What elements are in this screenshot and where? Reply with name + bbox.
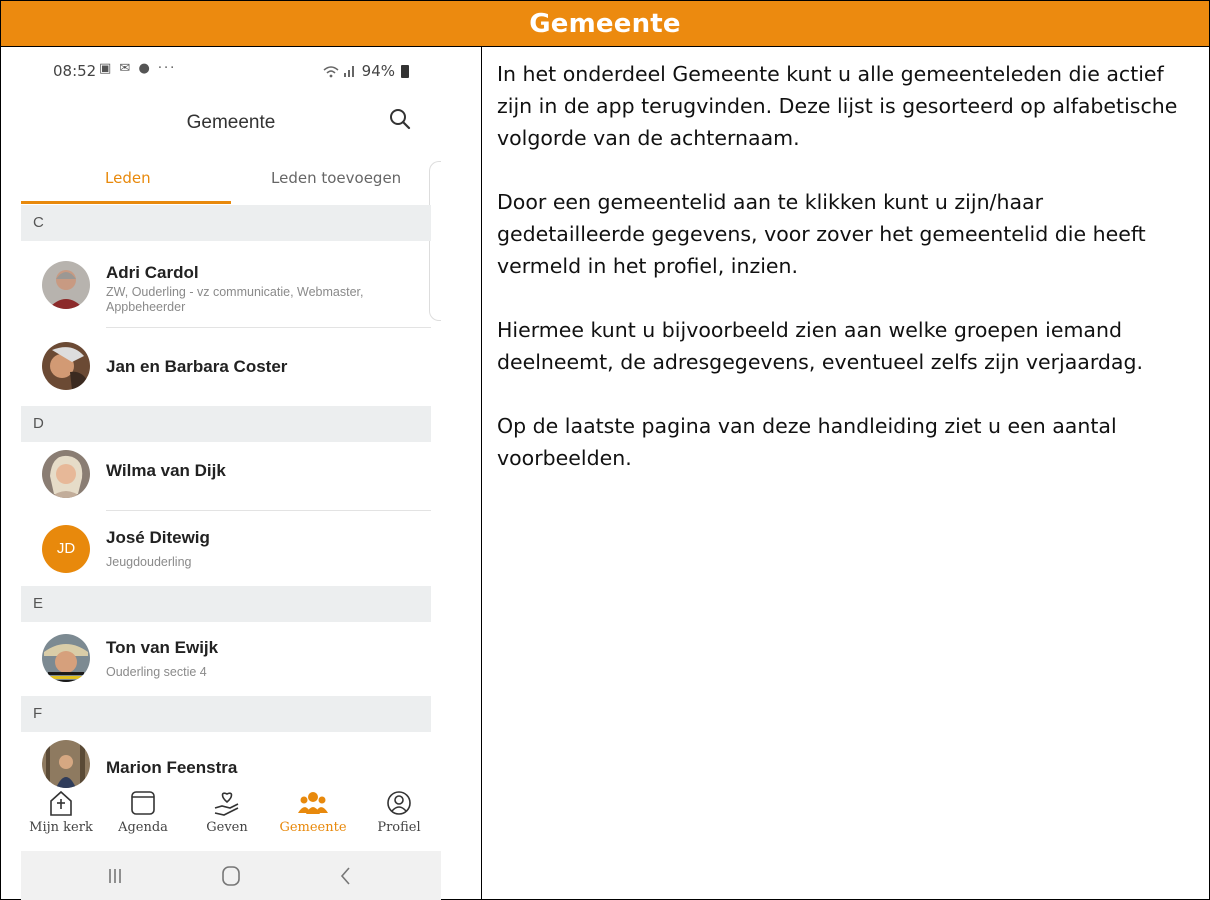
- church-icon: [50, 790, 72, 816]
- bottom-navigation: Mijn kerk Agenda Geven Gemeente Profiel: [21, 788, 441, 850]
- column-divider: [481, 47, 482, 900]
- nav-geven[interactable]: Geven: [187, 788, 267, 835]
- avatar: [42, 342, 90, 390]
- tab-leden-toevoegen[interactable]: Leden toevoegen: [271, 169, 401, 187]
- avatar-initials: JD: [42, 525, 90, 573]
- system-navigation-bar: [21, 851, 441, 900]
- instruction-text: In het onderdeel Gemeente kunt u alle ge…: [497, 58, 1197, 506]
- paragraph: Door een gemeentelid aan te klikken kunt…: [497, 190, 1146, 278]
- paragraph: In het onderdeel Gemeente kunt u alle ge…: [497, 62, 1178, 150]
- search-icon[interactable]: [387, 106, 413, 132]
- member-row[interactable]: Adri Cardol ZW, Ouderling - vz communica…: [21, 241, 431, 321]
- status-right: 94%: [322, 62, 409, 80]
- avatar: [42, 261, 90, 309]
- avatar: [42, 450, 90, 498]
- nav-label: Mijn kerk: [29, 820, 93, 835]
- paragraph: Op de laatste pagina van deze handleidin…: [497, 414, 1117, 470]
- section-header-d: D: [21, 406, 431, 442]
- member-name: Adri Cardol: [106, 263, 199, 282]
- nav-label: Gemeente: [279, 820, 347, 835]
- phone-screenshot: 08:52 ▣ ✉ ● ··· 94% Gemeente Leden Leden…: [21, 48, 441, 900]
- status-time: 08:52: [53, 62, 97, 80]
- status-bar: 08:52 ▣ ✉ ● ··· 94%: [21, 48, 441, 88]
- member-row[interactable]: JD José Ditewig Jeugdouderling: [21, 511, 431, 591]
- nav-mijn-kerk[interactable]: Mijn kerk: [21, 788, 101, 835]
- avatar: [42, 740, 90, 788]
- table-header-title: Gemeente: [529, 8, 681, 39]
- nav-label: Geven: [206, 820, 248, 835]
- nav-profiel[interactable]: Profiel: [359, 788, 439, 835]
- paragraph: Hiermee kunt u bijvoorbeeld zien aan wel…: [497, 318, 1144, 374]
- give-icon: [214, 792, 239, 816]
- nav-gemeente[interactable]: Gemeente: [273, 788, 353, 835]
- nav-agenda[interactable]: Agenda: [103, 788, 183, 835]
- section-header-c: C: [21, 205, 431, 241]
- member-name: Marion Feenstra: [106, 758, 238, 777]
- app-title: Gemeente: [186, 112, 276, 133]
- profile-icon: [387, 791, 411, 815]
- avatar: [42, 634, 90, 682]
- member-role: Ouderling sectie 4: [106, 665, 207, 679]
- section-header-f: F: [21, 696, 431, 732]
- member-row[interactable]: Jan en Barbara Coster: [21, 328, 431, 408]
- member-row[interactable]: Ton van Ewijk Ouderling sectie 4: [21, 622, 431, 702]
- active-tab-indicator: [21, 201, 231, 204]
- tab-leden[interactable]: Leden: [105, 169, 151, 187]
- member-name: Ton van Ewijk: [106, 638, 219, 657]
- people-icon: [298, 792, 328, 814]
- section-header-e: E: [21, 586, 431, 622]
- battery-icon: [401, 64, 409, 78]
- home-icon[interactable]: [221, 865, 241, 887]
- member-role: Jeugdouderling: [106, 555, 192, 569]
- calendar-icon: [131, 791, 155, 815]
- nav-label: Profiel: [377, 820, 421, 835]
- member-role: ZW, Ouderling - vz communicatie, Webmast…: [106, 285, 364, 314]
- table-header: Gemeente: [1, 1, 1209, 47]
- tab-bar: Leden Leden toevoegen: [21, 161, 441, 205]
- recent-apps-icon[interactable]: [107, 867, 123, 885]
- notification-icons: ▣ ✉ ● ···: [99, 61, 177, 76]
- member-name: José Ditewig: [106, 528, 210, 547]
- member-name: Wilma van Dijk: [106, 461, 226, 480]
- battery-percent: 94%: [361, 62, 395, 80]
- document-table: Gemeente 08:52 ▣ ✉ ● ··· 94% Gemeente Le…: [0, 0, 1210, 900]
- wifi-signal-icon: [323, 66, 354, 78]
- nav-label: Agenda: [118, 820, 168, 835]
- back-icon[interactable]: [339, 865, 353, 887]
- member-name: Jan en Barbara Coster: [106, 357, 288, 376]
